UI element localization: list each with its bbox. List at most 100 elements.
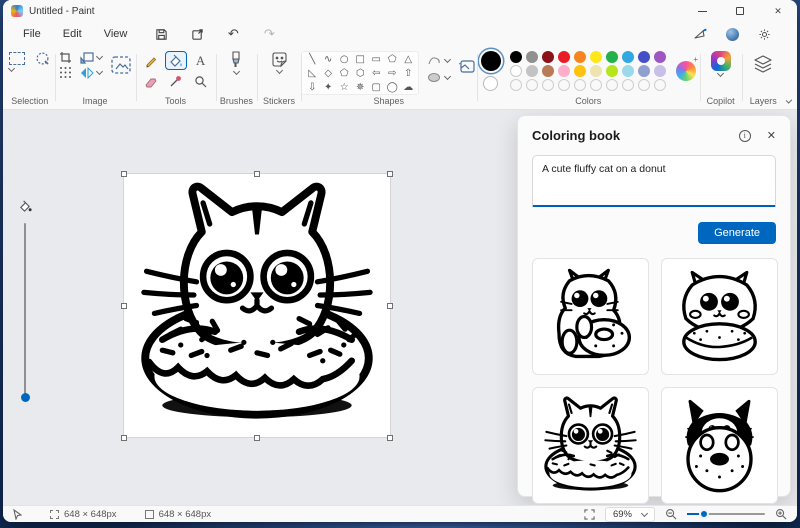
menu-view[interactable]: View (94, 26, 138, 42)
color-swatch[interactable] (510, 51, 523, 63)
color-swatch[interactable] (654, 65, 667, 77)
shape-option-0-0[interactable]: ╲ (305, 53, 319, 67)
selection-handle-sw[interactable] (121, 435, 127, 441)
selection-handle-e[interactable] (387, 303, 393, 309)
color-picker-icon[interactable] (165, 72, 187, 91)
color-swatch[interactable] (574, 51, 587, 63)
shape-option-1-4[interactable]: ⇦ (369, 67, 383, 81)
color-swatch[interactable] (622, 65, 635, 77)
result-thumbnail-4[interactable] (661, 387, 778, 504)
edit-colors-wheel-icon[interactable] (675, 56, 700, 81)
result-thumbnail-2[interactable] (661, 258, 778, 375)
copilot-icon[interactable] (710, 51, 731, 71)
panel-close-icon[interactable]: ✕ (767, 129, 776, 142)
selection-handle-n[interactable] (254, 171, 260, 177)
color-swatch[interactable] (558, 65, 571, 77)
text-tool-icon[interactable]: A (190, 51, 212, 70)
color-swatch[interactable] (526, 65, 539, 77)
empty-color-slot[interactable] (574, 79, 587, 91)
empty-color-slot[interactable] (526, 79, 539, 91)
shape-option-2-5[interactable]: ◯ (385, 81, 399, 94)
menu-edit[interactable]: Edit (53, 26, 92, 42)
zoom-level-dropdown[interactable]: 69% (604, 506, 655, 522)
brush-icon[interactable] (229, 51, 243, 69)
shape-option-1-0[interactable]: ◺ (305, 67, 319, 81)
selection-dropdown-chevron[interactable] (8, 64, 16, 73)
remove-background-icon[interactable] (110, 55, 132, 75)
color-swatch[interactable] (606, 51, 619, 63)
selection-handle-s[interactable] (254, 435, 260, 441)
shape-option-1-1[interactable]: ◇ (321, 67, 335, 81)
resize-icon[interactable] (79, 51, 103, 64)
color-swatch[interactable] (590, 51, 603, 63)
zoom-out-icon[interactable] (665, 508, 677, 520)
undo-icon[interactable]: ↶ (221, 25, 245, 43)
shape-option-2-6[interactable]: ☁ (401, 81, 415, 94)
empty-color-slot[interactable] (558, 79, 571, 91)
secondary-color-swatch[interactable] (483, 76, 499, 91)
crop-icon[interactable] (59, 51, 72, 64)
shape-option-0-6[interactable]: △ (401, 53, 415, 67)
shape-option-0-1[interactable]: ∿ (321, 53, 335, 67)
empty-color-slot[interactable] (654, 79, 667, 91)
brushes-dropdown-chevron[interactable] (232, 67, 240, 76)
zoom-in-icon[interactable] (775, 508, 787, 520)
color-swatch[interactable] (606, 65, 619, 77)
share-icon[interactable] (185, 25, 209, 43)
selection-handle-w[interactable] (121, 303, 127, 309)
shape-option-2-2[interactable]: ☆ (337, 81, 351, 94)
shape-option-1-2[interactable]: ⬠ (337, 67, 351, 81)
pencil-icon[interactable] (140, 51, 162, 70)
info-icon[interactable]: i (738, 129, 751, 142)
shape-option-2-4[interactable]: ▢ (369, 81, 383, 94)
account-avatar[interactable] (723, 26, 741, 42)
color-swatch[interactable] (542, 51, 555, 63)
shape-outline-dropdown[interactable] (427, 55, 452, 66)
save-icon[interactable] (149, 25, 173, 43)
flip-icon[interactable] (80, 66, 103, 79)
shape-option-0-2[interactable]: ○ (337, 53, 351, 67)
color-swatch[interactable] (510, 65, 523, 77)
color-swatch[interactable] (558, 51, 571, 63)
eraser-icon[interactable] (140, 72, 162, 91)
zoom-slider-thumb[interactable] (699, 509, 709, 519)
result-thumbnail-1[interactable] (532, 258, 649, 375)
selection-handle-ne[interactable] (387, 171, 393, 177)
result-thumbnail-3[interactable] (532, 387, 649, 504)
color-swatch[interactable] (526, 51, 539, 63)
copilot-dropdown-chevron[interactable] (717, 69, 725, 78)
color-swatch[interactable] (574, 65, 587, 77)
color-swatch[interactable] (590, 65, 603, 77)
fill-tool-icon[interactable] (164, 51, 187, 70)
close-button[interactable]: ✕ (759, 0, 797, 22)
layers-icon[interactable] (753, 55, 773, 73)
prompt-input[interactable]: A cute fluffy cat on a donut (532, 155, 776, 207)
empty-color-slot[interactable] (606, 79, 619, 91)
shape-option-2-0[interactable]: ⇩ (305, 81, 319, 94)
image-creator-icon[interactable] (458, 59, 476, 74)
color-swatch[interactable] (638, 51, 651, 63)
slider-thumb[interactable] (20, 393, 30, 402)
empty-color-slot[interactable] (542, 79, 555, 91)
magnifier-icon[interactable] (190, 72, 212, 91)
empty-color-slot[interactable] (510, 79, 523, 91)
zoom-slider[interactable] (687, 509, 765, 519)
generate-button[interactable]: Generate (698, 222, 776, 244)
stickers-dropdown-chevron[interactable] (275, 66, 283, 75)
shape-option-1-3[interactable]: ⬡ (353, 67, 367, 81)
drawing-canvas[interactable] (124, 174, 390, 437)
empty-color-slot[interactable] (638, 79, 651, 91)
settings-gear-icon[interactable] (755, 26, 773, 42)
rect-select-icon[interactable] (9, 52, 26, 65)
tool-size-slider[interactable] (15, 200, 35, 410)
shape-option-2-3[interactable]: ✵ (353, 81, 367, 94)
shape-option-0-5[interactable]: ⬠ (385, 53, 399, 67)
maximize-button[interactable] (721, 0, 759, 22)
free-select-icon[interactable] (35, 51, 50, 66)
shape-option-1-6[interactable]: ⇧ (401, 67, 415, 81)
selection-handle-se[interactable] (387, 435, 393, 441)
sticker-icon[interactable] (271, 51, 288, 68)
fit-to-screen-icon[interactable] (584, 508, 595, 520)
primary-color-swatch[interactable] (480, 51, 501, 71)
empty-color-slot[interactable] (590, 79, 603, 91)
